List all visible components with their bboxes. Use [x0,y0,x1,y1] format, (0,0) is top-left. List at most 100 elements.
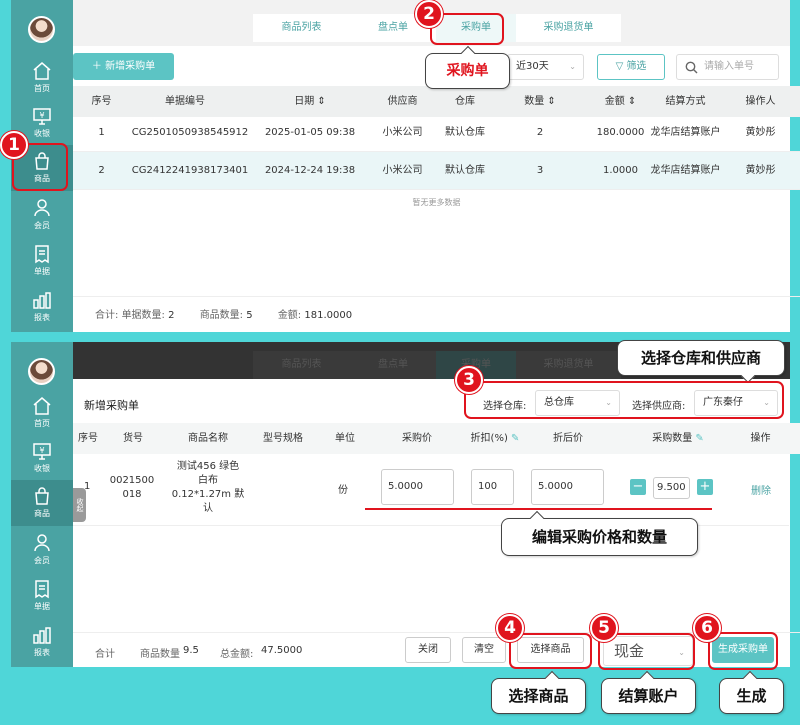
footer-amount-label: 总金额: [220,649,254,660]
user-icon [34,199,50,217]
close-button[interactable]: 关闭 [405,637,451,663]
header-actions: 操作 [750,433,771,444]
header-settlement: 结算方式 [665,96,706,107]
header-price: 采购价 [402,433,432,444]
search-input[interactable]: 请输入单号 [676,54,779,80]
quantity-input[interactable]: 9.500 [653,477,690,499]
quantity-increase-button[interactable]: + [697,479,713,495]
sidebar-item-label: 单据 [34,267,50,276]
cell-doc-no: CG2501050938545912 [131,127,249,138]
sidebar-item-orders[interactable]: 单据 [11,573,73,619]
item-name-line: 测试456 绿色 [176,461,240,472]
tab-product-list: 商品列表 [253,351,350,379]
header-quantity: 采购数量 ✎ [638,423,718,454]
date-range-value: 近30天 [516,61,549,72]
svg-text:¥: ¥ [39,111,44,120]
callout-text: 选择商品 [508,687,569,705]
header-date-label: 日期 [294,96,315,107]
sidebar-item-members[interactable]: 会员 [11,192,73,238]
header-quantity-label: 采购数量 [652,433,693,444]
avatar[interactable] [28,16,55,43]
search-placeholder: 请输入单号 [704,61,754,72]
cell-operator: 黄妙彤 [745,165,776,176]
sidebar-item-label: 首页 [34,84,50,93]
bar-chart-icon [33,627,51,644]
step-badge-3: 3 [455,366,483,394]
summary-total-label: 合计: [95,310,119,321]
cell-quantity: 3 [536,165,544,176]
form-title: 新增采购单 [84,399,139,412]
sidebar-item-products[interactable]: 商品 [11,480,73,526]
svg-text:¥: ¥ [39,446,44,455]
sidebar-item-members[interactable]: 会员 [11,527,73,573]
footer-qty-value: 9.5 [183,645,199,656]
filter-icon: ▽ [615,61,627,72]
sidebar-item-home[interactable]: 首页 [11,390,73,436]
sidebar-item-home[interactable]: 首页 [11,55,73,101]
shopping-bag-icon [35,487,49,505]
cell-warehouse: 默认仓库 [445,165,485,176]
date-range-select[interactable]: 近30天 ⌄ [507,54,584,80]
avatar[interactable] [28,358,55,385]
item-code: 0021500 018 [108,474,156,502]
header-quantity-label: 数量 [524,96,545,107]
footer-qty-label: 商品数量 [140,649,180,660]
cell-settlement: 龙华店结算账户 [650,165,721,176]
summary-docs-label: 单据数量: [121,310,165,321]
sidebar: 首页 ¥ 收银 商品 会员 单据 报表 [11,342,73,667]
step-badge-5: 5 [590,614,618,642]
delete-item-link[interactable]: 删除 [751,482,771,497]
footer-total-label: 合计 [95,649,115,660]
filter-button[interactable]: ▽ 筛选 [597,54,665,80]
callout-tail [544,670,560,686]
cell-quantity: 2 [536,127,544,138]
quantity-decrease-button[interactable]: − [630,479,646,495]
header-code: 货号 [123,433,143,444]
callout-text: 生成 [736,687,767,705]
item-unit: 份 [338,485,348,496]
new-purchase-button[interactable]: ＋ 新增采购单 [73,53,174,80]
header-amount-label: 金额 [604,96,625,107]
header-quantity[interactable]: 数量 ⇕ [500,86,580,117]
sidebar-item-label: 报表 [34,313,50,322]
summary-qty-value: 5 [246,310,253,321]
price-input[interactable]: 5.0000 [381,469,454,505]
cell-supplier: 小米公司 [382,127,423,138]
discount-input[interactable]: 100 [471,469,514,505]
tab-purchase-return[interactable]: 采购退货单 [516,14,621,42]
filter-label: 筛选 [626,61,647,72]
sidebar-item-reports[interactable]: 报表 [11,619,73,665]
header-date[interactable]: 日期 ⇕ [255,86,365,117]
item-code-line: 0021500 [109,475,155,486]
clear-button[interactable]: 清空 [462,637,506,663]
cell-operator: 黄妙彤 [745,127,776,138]
callout-tail [639,670,655,686]
callout-tail [742,670,758,686]
collapse-sidebar-button[interactable]: 收起 [73,488,86,522]
no-more-data-text: 暂无更多数据 [412,198,461,207]
table-row[interactable]: 1 CG2501050938545912 2025-01-05 09:38 小米… [73,114,800,152]
header-spec: 型号规格 [263,433,303,444]
edit-icon: ✎ [695,433,704,444]
cell-index: 2 [98,165,105,176]
header-supplier: 供应商 [387,96,418,107]
home-icon [33,62,51,80]
step-badge-6: 6 [693,614,721,642]
header-discount-label: 折扣(%) [470,433,508,444]
sidebar-item-orders[interactable]: 单据 [11,238,73,284]
tab-product-list[interactable]: 商品列表 [253,14,350,42]
highlight-underline [365,508,712,510]
user-icon [34,534,50,552]
discounted-price-input[interactable]: 5.0000 [531,469,604,505]
table-row[interactable]: 2 CG2412241938173401 2024-12-24 19:38 小米… [73,152,800,190]
sidebar-item-label: 会员 [34,556,50,565]
header-discounted-price: 折后价 [553,433,583,444]
header-warehouse: 仓库 [455,96,475,107]
sidebar-item-reports[interactable]: 报表 [11,284,73,330]
cashier-icon: ¥ [33,108,51,125]
highlight-generate [708,632,778,670]
highlight-select-goods [509,633,592,669]
cell-warehouse: 默认仓库 [445,127,485,138]
chevron-down-icon: ⌄ [569,62,576,71]
sidebar-item-cashier[interactable]: ¥ 收银 [11,435,73,481]
